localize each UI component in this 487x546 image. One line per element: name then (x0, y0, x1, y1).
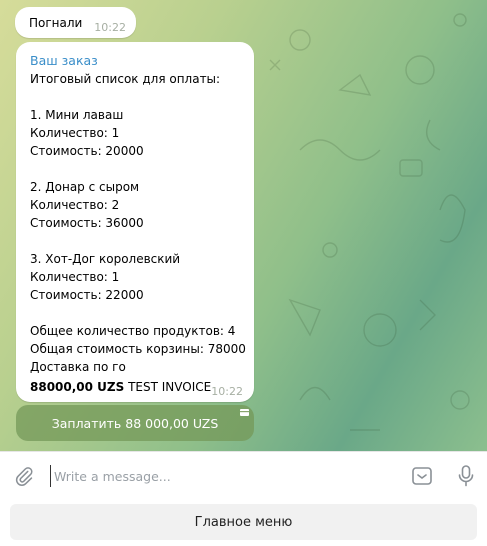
main-menu-label: Главное меню (194, 514, 293, 530)
invoice-line: Общее количество продуктов: 4 (30, 324, 236, 338)
message-bubble-first: Погнали 10:22 (15, 7, 136, 38)
invoice-line: Стоимость: 22000 (30, 288, 144, 302)
invoice-line: Итоговый список для оплаты: (30, 72, 221, 86)
invoice-summary: 88000,00 UZS TEST INVOICE (30, 378, 240, 396)
invoice-line: Общая стоимость корзины: 78000 (30, 342, 246, 356)
invoice-line (30, 160, 240, 178)
invoice-title: Ваш заказ (30, 53, 98, 68)
invoice-line: Количество: 1 (30, 126, 120, 140)
credit-card-icon (240, 409, 249, 416)
invoice-line (30, 88, 240, 106)
invoice-line (30, 304, 240, 322)
invoice-line: 2. Донар с сыром (30, 180, 140, 194)
invoice-line: 1. Мини лаваш (30, 108, 124, 122)
microphone-icon[interactable] (457, 464, 475, 488)
pay-button[interactable]: Заплатить 88 000,00 UZS (16, 405, 254, 441)
main-menu-button[interactable]: Главное меню (10, 504, 477, 540)
bot-keyboard: Главное меню (0, 498, 487, 546)
invoice-line: Количество: 1 (30, 270, 120, 284)
invoice-line: Количество: 2 (30, 198, 120, 212)
message-time: 10:22 (94, 21, 126, 34)
invoice-line: Доставка по го (30, 360, 126, 374)
paperclip-icon[interactable] (14, 466, 34, 486)
pay-button-label: Заплатить 88 000,00 UZS (51, 415, 219, 431)
invoice-line: Стоимость: 36000 (30, 216, 144, 230)
invoice-lines: Итоговый список для оплаты: 1. Мини лаваш… (30, 70, 246, 376)
invoice-message-bubble: Ваш заказ Итоговый список для оплаты: 1. … (16, 42, 254, 402)
bot-keyboard-icon[interactable] (411, 465, 433, 487)
invoice-line (30, 232, 240, 250)
message-composer (0, 451, 487, 498)
invoice-amount: 88000,00 UZS (30, 380, 125, 394)
message-time: 10:22 (211, 385, 243, 398)
invoice-line: 3. Хот-Дог королевский (30, 252, 181, 266)
invoice-label: TEST INVOICE (124, 380, 212, 394)
invoice-line: Стоимость: 20000 (30, 144, 144, 158)
message-input[interactable] (50, 465, 390, 487)
